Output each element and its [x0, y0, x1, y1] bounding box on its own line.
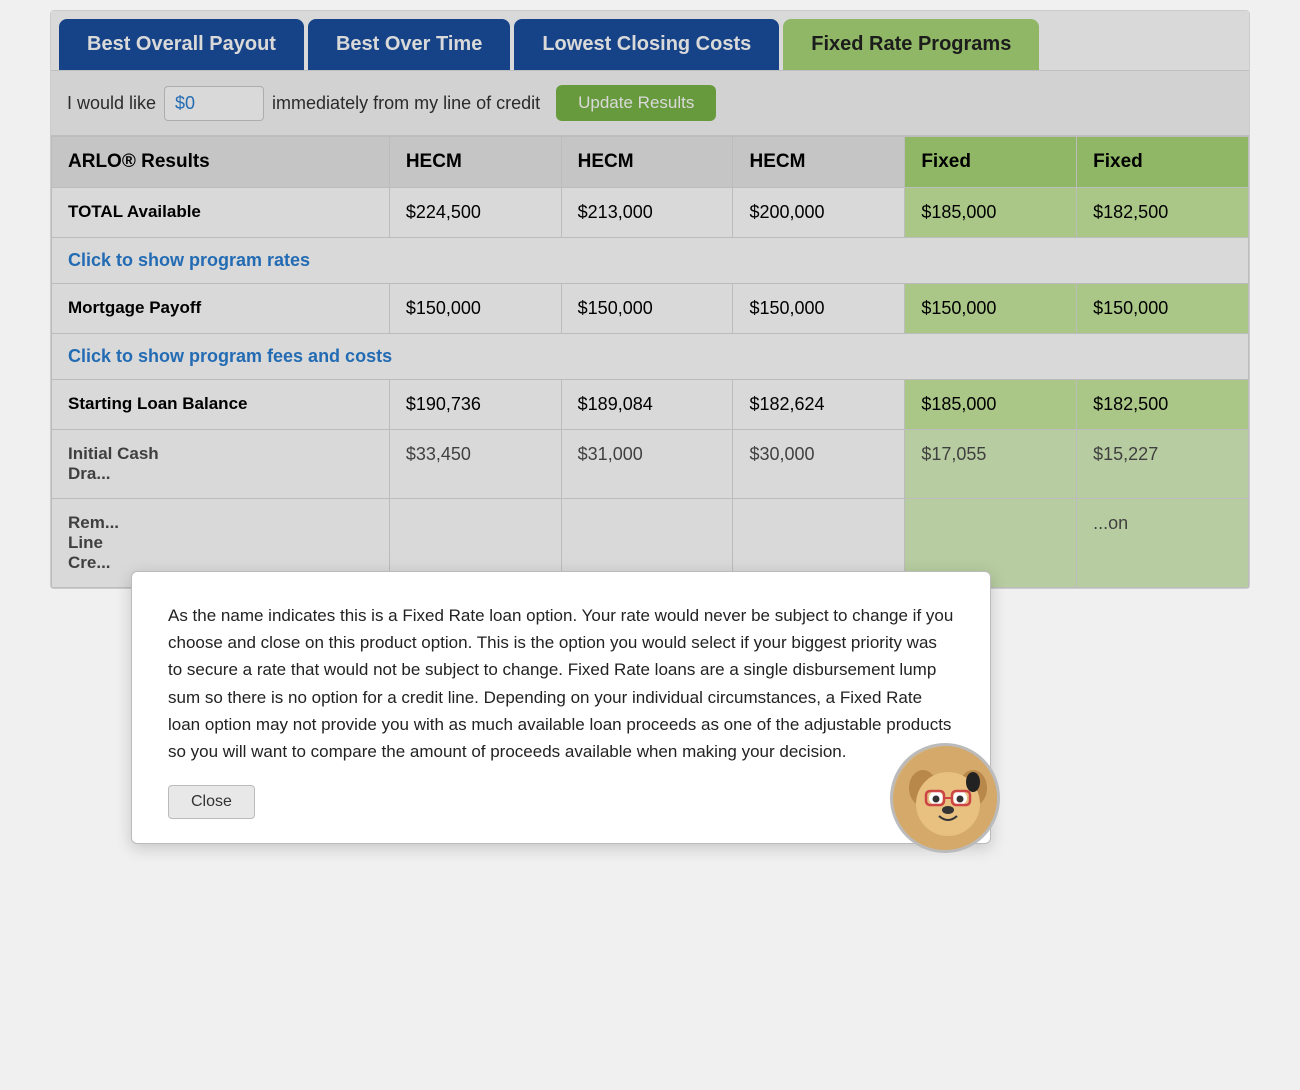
main-container: Best Overall Payout Best Over Time Lowes…: [50, 10, 1250, 589]
modal-close-button[interactable]: Close: [168, 785, 255, 819]
modal-overlay: As the name indicates this is a Fixed Ra…: [51, 11, 1249, 588]
mascot-container: [890, 743, 1020, 873]
modal-text: As the name indicates this is a Fixed Ra…: [168, 602, 954, 765]
mascot-avatar: [890, 743, 1000, 853]
modal-box: As the name indicates this is a Fixed Ra…: [131, 571, 991, 844]
